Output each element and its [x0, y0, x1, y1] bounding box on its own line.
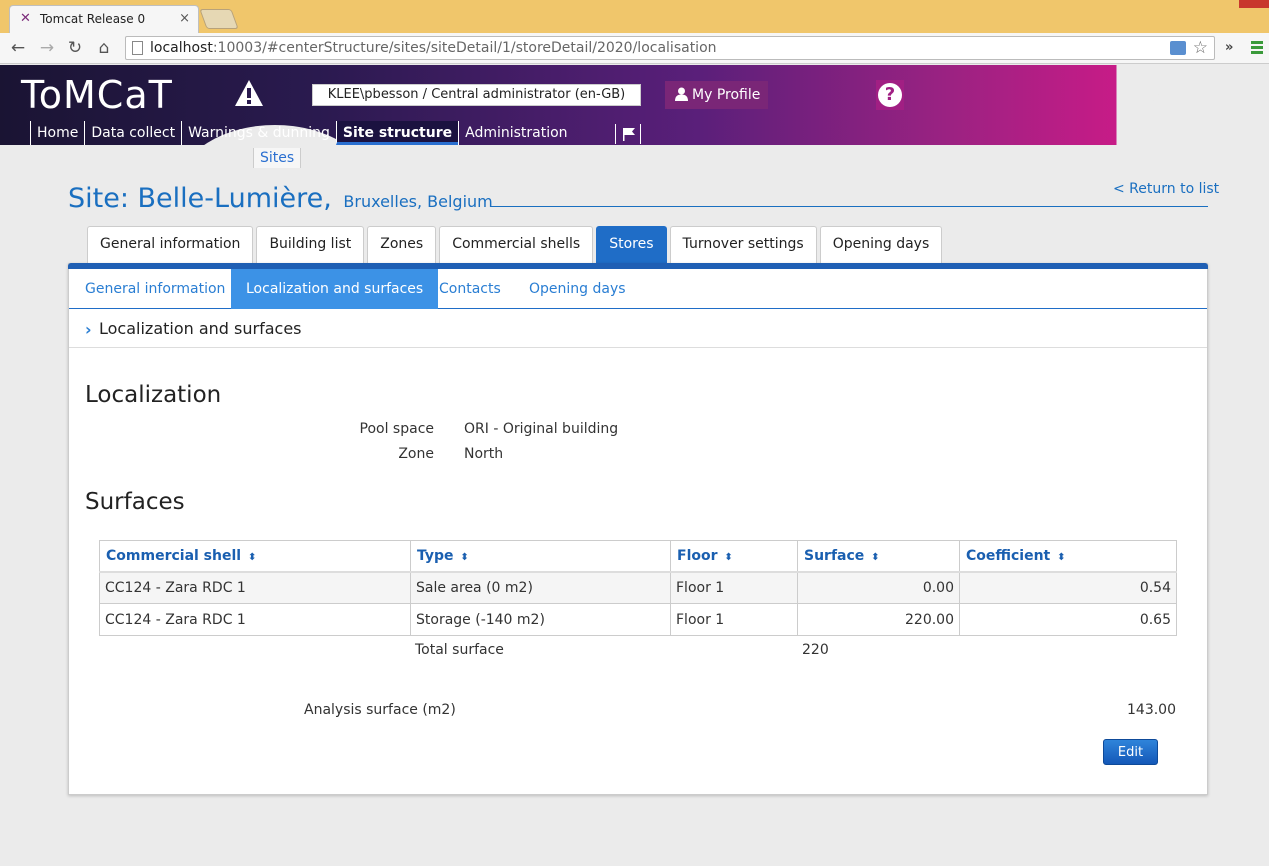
tab-building-list[interactable]: Building list	[256, 226, 365, 263]
app-logo[interactable]: ToMCaT	[21, 73, 173, 117]
return-to-list-link[interactable]: < Return to list	[1113, 181, 1219, 197]
subtab-contacts[interactable]: Contacts	[424, 269, 516, 309]
pool-space-label: Pool space	[359, 421, 434, 437]
submenu-sites[interactable]: Sites	[253, 148, 302, 168]
column-header-commercial-shell[interactable]: Commercial shell ⬍	[99, 540, 411, 573]
browser-tab[interactable]: ✕ Tomcat Release 0 ×	[9, 5, 199, 33]
site-name: Site: Belle-Lumière,	[68, 183, 332, 214]
help-icon: ?	[878, 83, 902, 107]
table-row[interactable]: CC124 - Zara RDC 1 Storage (-140 m2) Flo…	[99, 603, 1177, 636]
home-icon[interactable]: ⌂	[94, 38, 114, 58]
cell-surface: 220.00	[797, 603, 960, 636]
url-text: localhost:10003/#centerStructure/sites/s…	[150, 40, 717, 56]
my-profile-label: My Profile	[692, 87, 761, 103]
tab-zones[interactable]: Zones	[367, 226, 437, 263]
sort-icon: ⬍	[1057, 551, 1066, 563]
subtab-opening-days[interactable]: Opening days	[514, 269, 641, 309]
total-surface-label: Total surface	[415, 642, 504, 658]
cell-surface: 0.00	[797, 571, 960, 604]
back-arrow-icon[interactable]: ←	[8, 38, 28, 58]
edit-button[interactable]: Edit	[1103, 739, 1158, 765]
app-header: ToMCaT KLEE\pbesson / Central administra…	[0, 65, 1269, 145]
sort-icon: ⬍	[247, 551, 257, 563]
menu-home[interactable]: Home	[30, 121, 84, 145]
column-header-type[interactable]: Type ⬍	[410, 540, 671, 573]
cell-commercial-shell: CC124 - Zara RDC 1	[99, 571, 411, 604]
sort-icon: ⬍	[871, 551, 880, 563]
zone-label: Zone	[398, 446, 434, 462]
bookmark-star-icon[interactable]: ☆	[1193, 38, 1208, 58]
column-header-surface[interactable]: Surface ⬍	[797, 540, 960, 573]
header-curve-decoration	[1120, 65, 1269, 145]
flag-icon	[623, 128, 635, 141]
surfaces-heading: Surfaces	[85, 489, 185, 515]
zone-value: North	[464, 446, 504, 462]
tab-turnover-settings[interactable]: Turnover settings	[669, 226, 817, 263]
store-subtabs: General information Localization and sur…	[69, 269, 1207, 309]
sort-icon: ⬍	[724, 551, 733, 563]
site-location: Bruxelles, Belgium	[343, 192, 493, 211]
breadcrumb-title: Localization and surfaces	[99, 319, 302, 338]
section-breadcrumb: › Localization and surfaces	[69, 310, 1207, 348]
total-surface-value: 220	[802, 642, 829, 658]
table-row[interactable]: CC124 - Zara RDC 1 Sale area (0 m2) Floo…	[99, 571, 1177, 604]
browser-tab-title: Tomcat Release 0	[40, 12, 146, 26]
menu-data-collect[interactable]: Data collect	[84, 121, 181, 145]
pool-space-value: ORI - Original building	[464, 421, 619, 437]
current-user-box[interactable]: KLEE\pbesson / Central administrator (en…	[312, 84, 641, 106]
cell-coefficient: 0.54	[959, 571, 1177, 604]
page-title: Site: Belle-Lumière, Bruxelles, Belgium	[68, 183, 493, 214]
my-profile-button[interactable]: My Profile	[665, 81, 768, 109]
tab-commercial-shells[interactable]: Commercial shells	[439, 226, 594, 263]
store-detail-panel: General information Localization and sur…	[68, 263, 1208, 795]
tomcat-favicon-icon: ✕	[20, 11, 31, 26]
column-header-floor[interactable]: Floor ⬍	[670, 540, 798, 573]
menu-site-structure[interactable]: Site structure	[335, 121, 459, 145]
column-header-coefficient[interactable]: Coefficient ⬍	[959, 540, 1177, 573]
help-button[interactable]: ?	[876, 80, 904, 110]
more-extensions-icon[interactable]: »	[1225, 40, 1233, 55]
title-divider	[490, 206, 1208, 207]
cell-type: Sale area (0 m2)	[410, 571, 671, 604]
new-tab-button[interactable]	[199, 9, 239, 29]
address-bar[interactable]: localhost:10003/#centerStructure/sites/s…	[125, 36, 1215, 60]
tab-opening-days[interactable]: Opening days	[819, 226, 943, 263]
localization-heading: Localization	[85, 382, 222, 408]
cell-floor: Floor 1	[670, 603, 798, 636]
close-tab-icon[interactable]: ×	[179, 11, 190, 26]
surfaces-table: Commercial shell ⬍ Type ⬍ Floor ⬍ Surfac…	[99, 540, 1177, 636]
subtab-general-information[interactable]: General information	[70, 269, 240, 309]
tab-stores[interactable]: Stores	[596, 226, 667, 263]
browser-menu-icon[interactable]	[1251, 41, 1263, 55]
cell-type: Storage (-140 m2)	[410, 603, 671, 636]
sort-icon: ⬍	[460, 551, 469, 563]
browser-tabstrip: ✕ Tomcat Release 0 ×	[0, 0, 1269, 33]
menu-administration[interactable]: Administration	[458, 121, 573, 145]
browser-toolbar: ← → ↻ ⌂ localhost:10003/#centerStructure…	[0, 33, 1269, 64]
cell-commercial-shell: CC124 - Zara RDC 1	[99, 603, 411, 636]
extension-icon[interactable]	[1170, 41, 1186, 55]
chevron-right-icon: ›	[85, 320, 92, 339]
cell-coefficient: 0.65	[959, 603, 1177, 636]
site-tabs: General information Building list Zones …	[87, 226, 945, 263]
window-close-button[interactable]	[1239, 0, 1269, 8]
tab-general-information[interactable]: General information	[87, 226, 254, 263]
reload-icon[interactable]: ↻	[65, 38, 85, 58]
forward-arrow-icon[interactable]: →	[37, 38, 57, 58]
warning-icon[interactable]	[234, 79, 264, 107]
cell-floor: Floor 1	[670, 571, 798, 604]
main-menu: Home Data collect Warnings & dunning Sit…	[30, 121, 574, 145]
user-icon	[675, 87, 688, 101]
analysis-surface-value: 143.00	[1127, 702, 1176, 718]
language-flag-button[interactable]	[615, 124, 641, 144]
subtab-localization-surfaces[interactable]: Localization and surfaces	[231, 269, 439, 309]
page-icon	[132, 41, 143, 55]
menu-warnings-dunning[interactable]: Warnings & dunning	[181, 121, 336, 145]
analysis-surface-label: Analysis surface (m2)	[304, 702, 456, 718]
